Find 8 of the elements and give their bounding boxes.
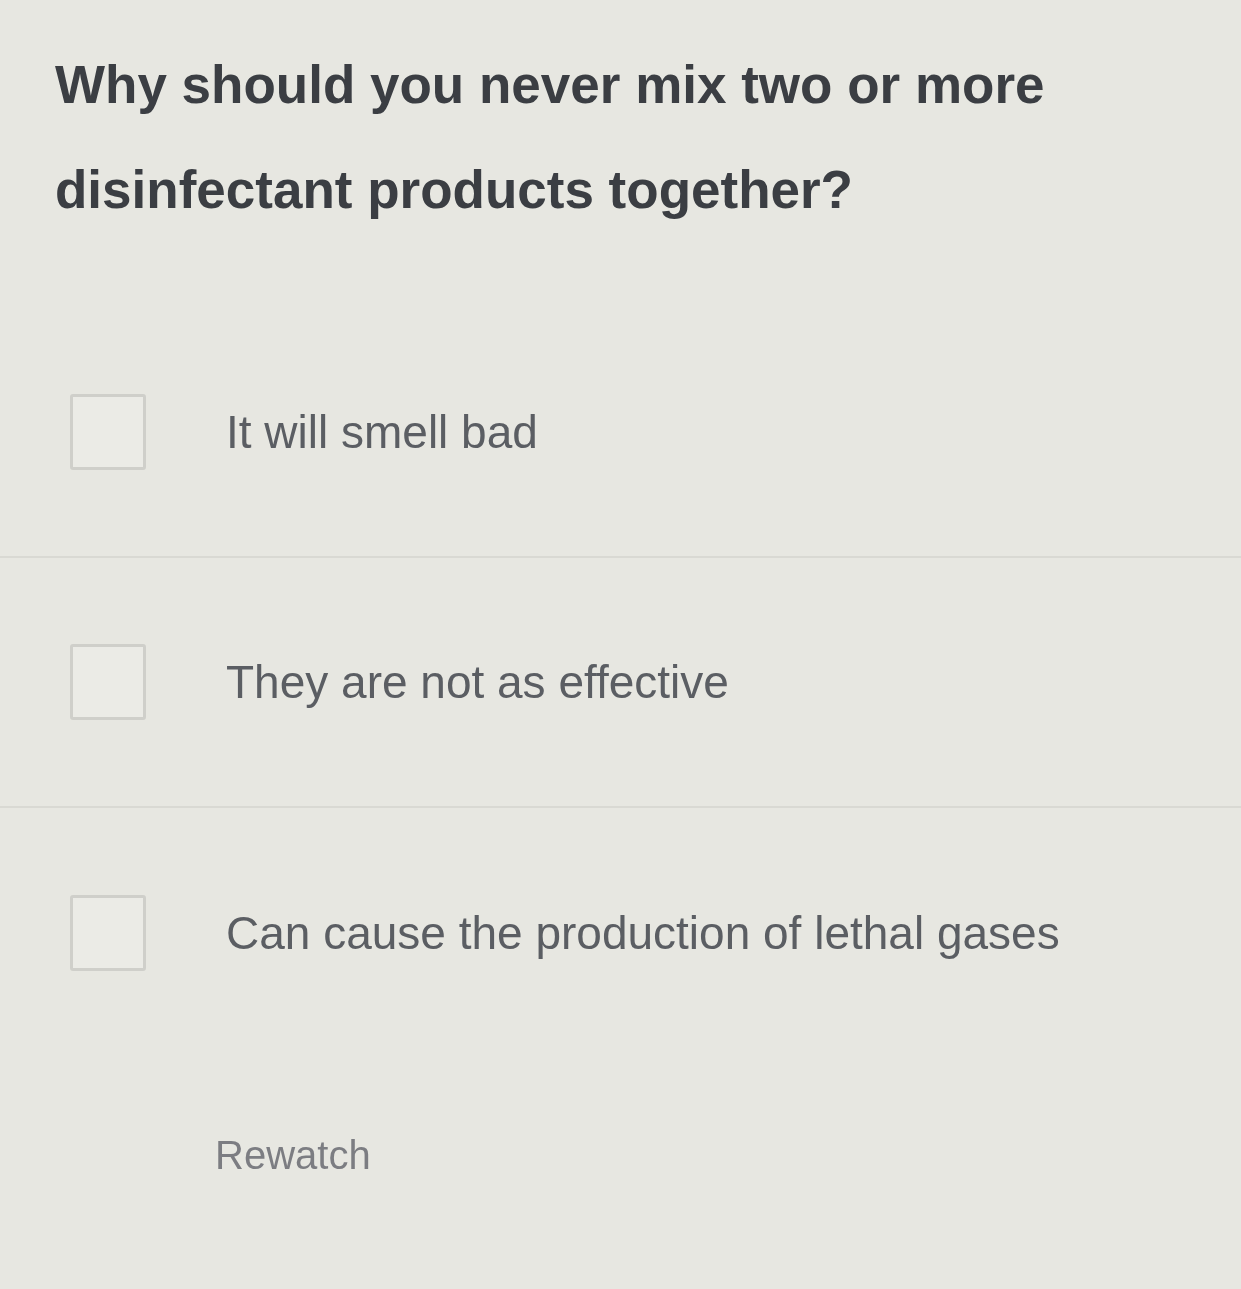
option-label: It will smell bad xyxy=(226,405,538,459)
question-text: Why should you never mix two or more disinfectant products together? xyxy=(55,54,1046,221)
rewatch-button[interactable]: Rewatch xyxy=(215,1132,371,1178)
option-label: They are not as effective xyxy=(226,655,729,709)
checkbox[interactable] xyxy=(70,644,146,720)
checkbox[interactable] xyxy=(70,895,146,971)
checkbox[interactable] xyxy=(70,394,146,470)
option-label: Can cause the production of lethal gases xyxy=(226,906,1060,960)
